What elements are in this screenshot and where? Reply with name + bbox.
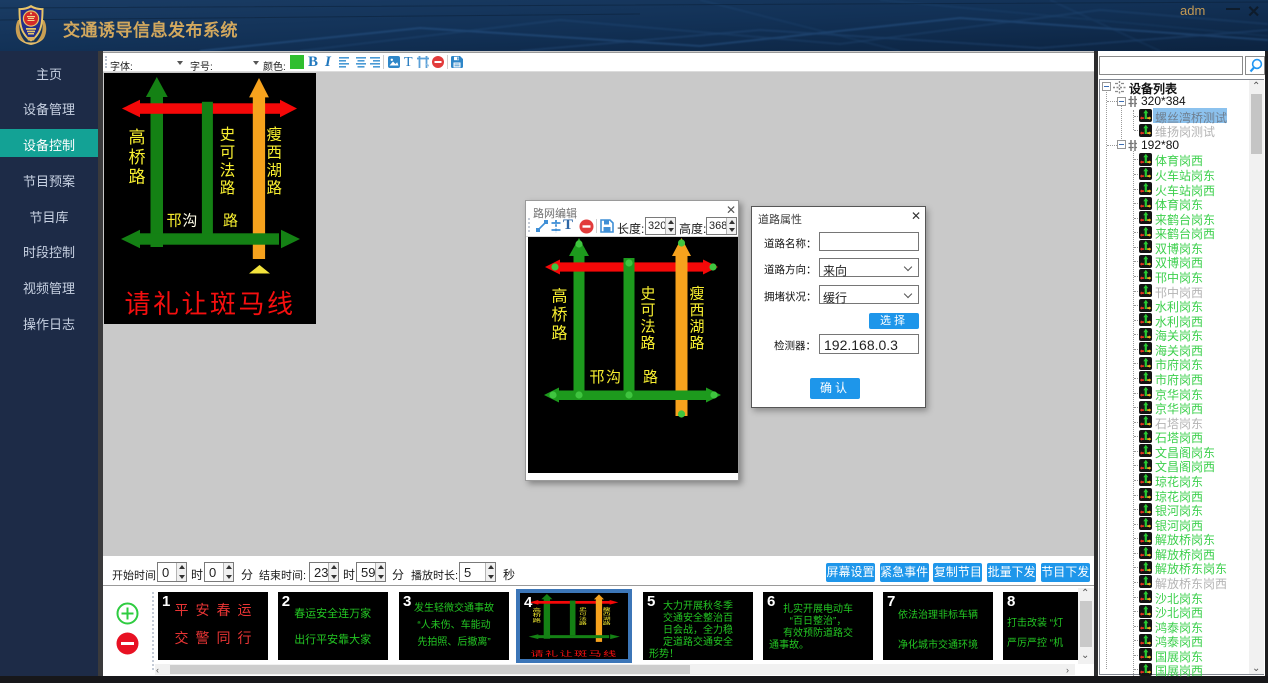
svg-text:请礼让斑马线: 请礼让斑马线 <box>531 650 618 658</box>
svg-text:路: 路 <box>689 335 704 352</box>
svg-text:高: 高 <box>129 128 146 147</box>
svg-text:路: 路 <box>129 168 146 187</box>
svg-text:请礼让斑马线: 请礼让斑马线 <box>124 289 295 319</box>
svg-text:路: 路 <box>223 213 238 230</box>
svg-text:法: 法 <box>220 161 236 179</box>
svg-text:可: 可 <box>640 302 655 319</box>
svg-text:桥: 桥 <box>551 306 567 324</box>
svg-text:湖: 湖 <box>689 318 704 335</box>
svg-text:西: 西 <box>267 144 283 161</box>
svg-text:路: 路 <box>220 179 236 197</box>
svg-text:桥: 桥 <box>129 148 146 167</box>
svg-text:沟: 沟 <box>606 369 621 386</box>
svg-text:路: 路 <box>640 335 655 352</box>
svg-text:瘦: 瘦 <box>689 285 704 302</box>
svg-text:可: 可 <box>220 144 236 161</box>
svg-text:高: 高 <box>551 288 567 306</box>
svg-text:西: 西 <box>603 611 611 616</box>
svg-text:可: 可 <box>579 611 587 616</box>
svg-text:法: 法 <box>640 318 655 335</box>
svg-text:史: 史 <box>640 285 655 302</box>
svg-text:路: 路 <box>551 325 567 343</box>
svg-text:史: 史 <box>220 125 236 143</box>
svg-text:沟: 沟 <box>182 213 197 230</box>
svg-text:路: 路 <box>643 369 658 386</box>
svg-text:湖: 湖 <box>267 161 283 179</box>
svg-text:邗: 邗 <box>167 213 182 230</box>
svg-text:瘦: 瘦 <box>267 125 283 143</box>
svg-text:西: 西 <box>689 302 704 319</box>
svg-text:路: 路 <box>267 179 283 197</box>
svg-text:邗: 邗 <box>589 369 604 386</box>
